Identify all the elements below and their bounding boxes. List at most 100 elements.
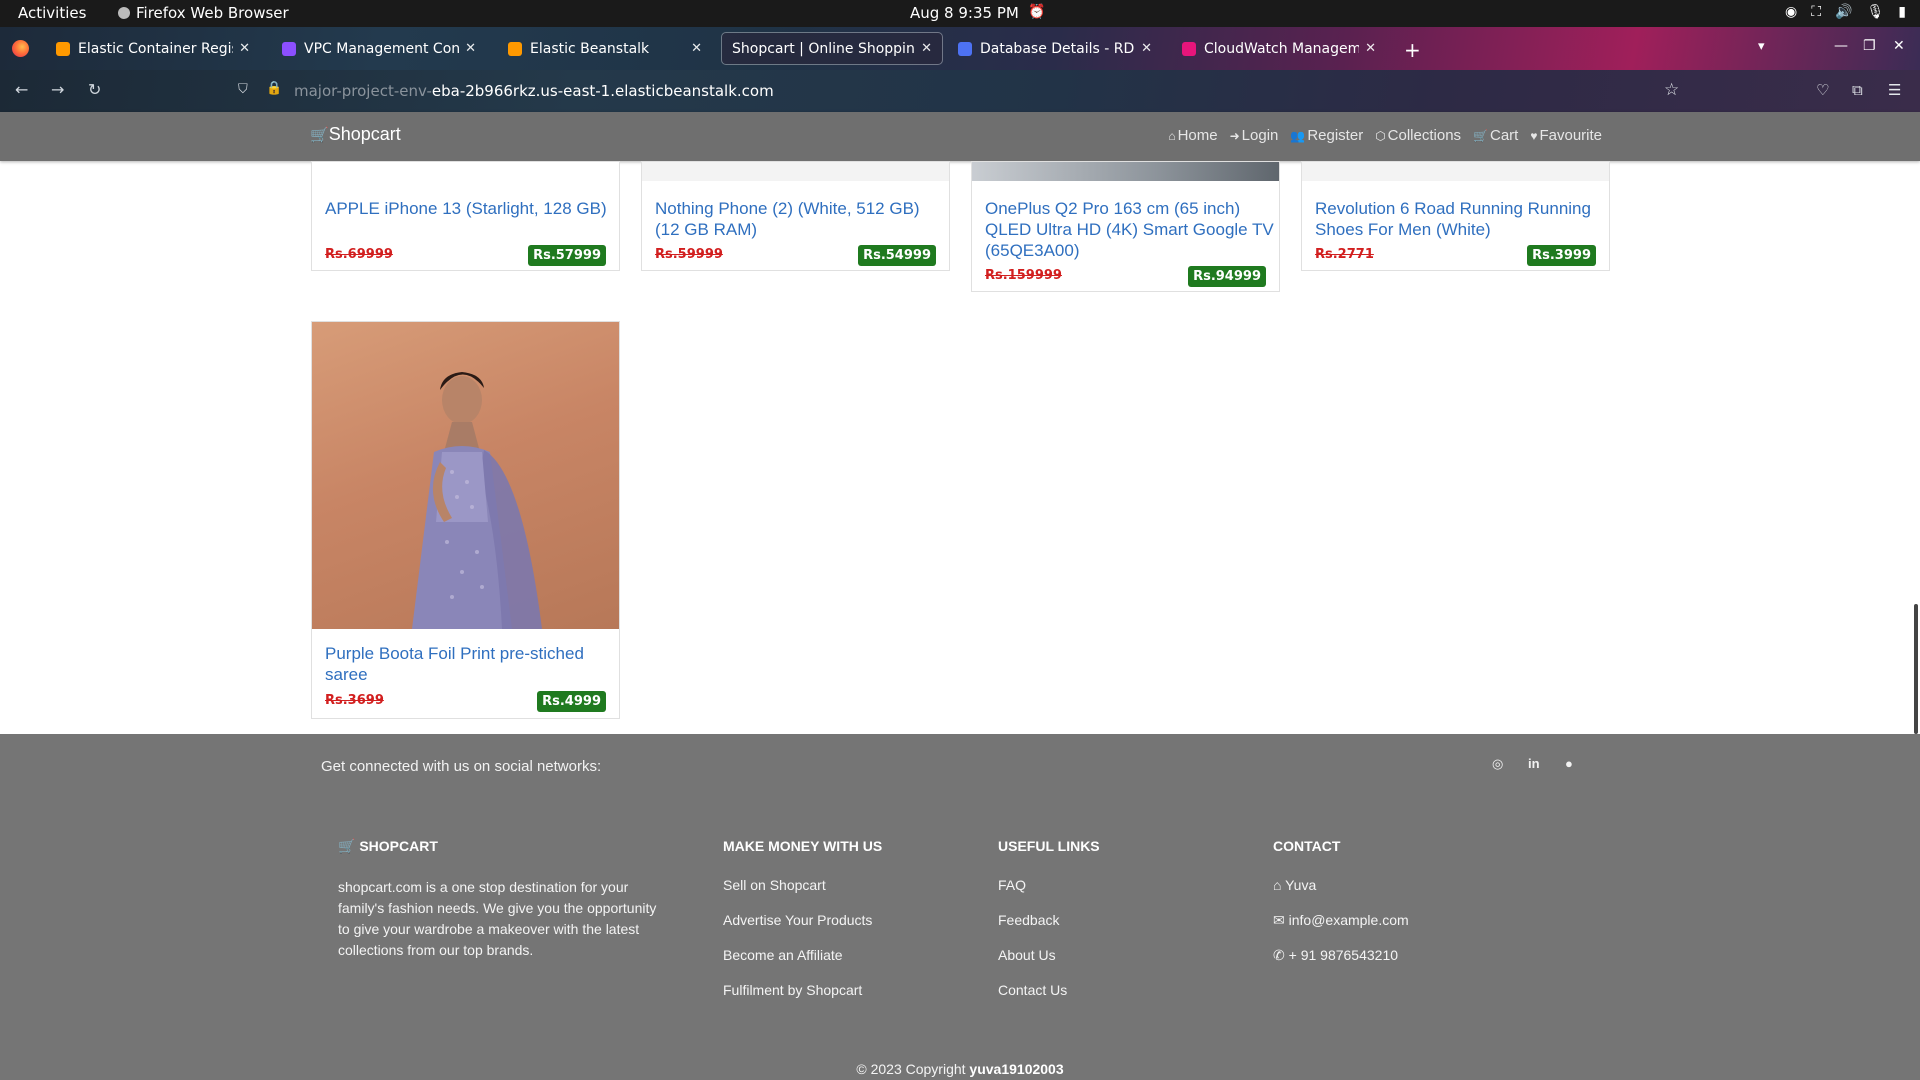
footer-link[interactable]: Become an Affiliate <box>723 947 843 963</box>
close-window-icon[interactable]: ✕ <box>1893 38 1905 54</box>
forward-icon[interactable]: → <box>51 80 64 99</box>
footer-heading-useful-links: USEFUL LINKS <box>998 838 1100 854</box>
volume-icon[interactable]: 🔊 <box>1835 4 1852 20</box>
new-tab-button[interactable]: + <box>1404 38 1421 62</box>
tab-cloudwatch[interactable]: CloudWatch Managemen ✕ <box>1172 33 1386 64</box>
footer-link[interactable]: Fulfilment by Shopcart <box>723 982 862 998</box>
github-icon[interactable]: ● <box>1565 756 1573 771</box>
social-text: Get connected with us on social networks… <box>321 758 602 775</box>
product-image[interactable] <box>642 162 949 181</box>
product-image[interactable] <box>1302 162 1609 181</box>
os-top-bar: Activities Firefox Web Browser Aug 8 9:3… <box>0 0 1920 27</box>
product-image[interactable] <box>312 322 619 629</box>
close-tab-icon[interactable]: ✕ <box>691 41 702 56</box>
footer-link[interactable]: Contact Us <box>998 982 1067 998</box>
saree-model-illustration <box>412 372 542 629</box>
footer-link[interactable]: Feedback <box>998 912 1059 928</box>
aws-cloudwatch-icon <box>1182 41 1196 56</box>
app-name: Firefox Web Browser <box>136 4 289 22</box>
activities-button[interactable]: Activities <box>18 4 86 22</box>
firefox-menu-icon[interactable] <box>12 40 29 57</box>
list-all-tabs-icon[interactable]: ▾ <box>1758 39 1765 54</box>
product-card[interactable]: APPLE iPhone 13 (Starlight, 128 GB) Rs.6… <box>311 161 620 271</box>
footer-link[interactable]: Sell on Shopcart <box>723 877 826 893</box>
product-image[interactable] <box>312 162 619 181</box>
nav-home[interactable]: ⌂ Home <box>1168 127 1217 144</box>
battery-icon[interactable]: ▮ <box>1898 4 1906 20</box>
restore-icon[interactable]: ❐ <box>1863 38 1876 54</box>
tab-vpc[interactable]: VPC Management Conso ✕ <box>272 33 486 64</box>
site-navbar: 🛒Shopcart ⌂ Home ➜ Login 👥 Register ⬡ Collec… <box>0 112 1920 161</box>
reload-icon[interactable]: ↻ <box>88 80 101 99</box>
tab-ecr[interactable]: Elastic Container Registr ✕ <box>46 33 260 64</box>
product-card[interactable]: Nothing Phone (2) (White, 512 GB) (12 GB… <box>641 161 950 271</box>
system-tray[interactable]: ◉ ⛶ 🔊 🎙 ▮ <box>1785 4 1906 20</box>
heart-icon: ♥ <box>1530 129 1538 143</box>
product-title[interactable]: Purple Boota Foil Print pre-stiched sare… <box>325 643 610 685</box>
nav-favourite[interactable]: ♥ Favourite <box>1530 127 1602 144</box>
instagram-icon[interactable]: ◎ <box>1492 756 1503 772</box>
contact-phone: ✆ + 91 9876543210 <box>1273 947 1398 964</box>
tab-label: CloudWatch Managemen <box>1204 40 1360 57</box>
nav-collections[interactable]: ⬡ Collections <box>1375 127 1461 144</box>
footer-link[interactable]: About Us <box>998 947 1056 963</box>
tracking-shield-icon[interactable]: ⛉ <box>238 82 248 97</box>
tab-label: Elastic Beanstalk <box>530 40 650 57</box>
pocket-icon[interactable]: ♡ <box>1816 81 1829 99</box>
product-title[interactable]: OnePlus Q2 Pro 163 cm (65 inch) QLED Ult… <box>985 198 1275 261</box>
nav-cart[interactable]: 🛒 Cart <box>1473 127 1518 144</box>
app-menu[interactable]: Firefox Web Browser <box>118 4 289 22</box>
footer-link[interactable]: Advertise Your Products <box>723 912 872 928</box>
hamburger-menu-icon[interactable]: ☰ <box>1888 81 1901 99</box>
mic-off-icon[interactable]: 🎙 <box>1867 4 1885 20</box>
users-icon: 👥 <box>1290 129 1306 143</box>
product-title[interactable]: Nothing Phone (2) (White, 512 GB) (12 GB… <box>655 198 940 240</box>
original-price: Rs.59999 <box>655 247 723 262</box>
original-price: Rs.159999 <box>985 268 1062 283</box>
brand-name: Shopcart <box>328 124 401 144</box>
chrome-icon[interactable]: ◉ <box>1785 4 1797 20</box>
linkedin-icon[interactable]: in <box>1528 756 1540 771</box>
product-image[interactable] <box>972 162 1279 181</box>
cubes-icon: ⬡ <box>1375 129 1386 143</box>
sale-price: Rs.4999 <box>537 691 606 712</box>
alarm-icon: ⏰ <box>1028 4 1046 20</box>
tab-label: Database Details - RDS M <box>980 40 1135 57</box>
lock-icon[interactable]: 🔒 <box>266 81 282 96</box>
brand-logo[interactable]: 🛒Shopcart <box>310 124 401 145</box>
tab-beanstalk[interactable]: Elastic Beanstalk ✕ <box>498 33 712 64</box>
nav-register[interactable]: 👥 Register <box>1290 127 1363 144</box>
page-scrollbar[interactable] <box>1914 604 1918 734</box>
close-tab-icon[interactable]: ✕ <box>921 41 932 56</box>
network-icon[interactable]: ⛶ <box>1811 4 1821 20</box>
extensions-icon[interactable]: ⧉ <box>1852 81 1863 99</box>
close-tab-icon[interactable]: ✕ <box>465 41 476 56</box>
original-price: Rs.3699 <box>325 693 384 708</box>
clock[interactable]: Aug 8 9:35 PM <box>910 4 1019 22</box>
tab-rds[interactable]: Database Details - RDS M ✕ <box>948 33 1162 64</box>
bookmark-star-icon[interactable]: ☆ <box>1664 80 1679 100</box>
minimize-icon[interactable]: — <box>1834 38 1848 54</box>
contact-name: ⌂ Yuva <box>1273 877 1316 893</box>
product-title[interactable]: Revolution 6 Road Running Running Shoes … <box>1315 198 1600 240</box>
back-icon[interactable]: ← <box>15 80 28 99</box>
footer-link[interactable]: FAQ <box>998 877 1026 893</box>
close-tab-icon[interactable]: ✕ <box>1365 41 1376 56</box>
tab-shopcart[interactable]: Shopcart | Online Shopping ✕ <box>721 32 943 65</box>
contact-text: + 91 9876543210 <box>1288 947 1399 963</box>
url-bar[interactable]: ⛉ 🔒 major-project-env-eba-2b966rkz.us-ea… <box>232 76 1692 106</box>
url-text[interactable]: major-project-env-eba-2b966rkz.us-east-1… <box>294 82 774 100</box>
home-icon: ⌂ <box>1273 877 1286 893</box>
product-title[interactable]: APPLE iPhone 13 (Starlight, 128 GB) <box>325 198 610 219</box>
product-card[interactable]: Purple Boota Foil Print pre-stiched sare… <box>311 321 620 719</box>
product-card[interactable]: OnePlus Q2 Pro 163 cm (65 inch) QLED Ult… <box>971 161 1280 292</box>
copyright-owner[interactable]: yuva19102003 <box>969 1061 1063 1077</box>
nav-label: Register <box>1307 127 1364 144</box>
product-card[interactable]: Revolution 6 Road Running Running Shoes … <box>1301 161 1610 271</box>
close-tab-icon[interactable]: ✕ <box>239 41 250 56</box>
nav-login[interactable]: ➜ Login <box>1230 127 1279 144</box>
close-tab-icon[interactable]: ✕ <box>1141 41 1152 56</box>
copyright: © 2023 Copyright yuva19102003 <box>0 1061 1920 1077</box>
phone-icon: ✆ <box>1273 947 1289 963</box>
nav-toolbar: ← → ↻ ⛉ 🔒 major-project-env-eba-2b966rkz… <box>0 70 1920 112</box>
